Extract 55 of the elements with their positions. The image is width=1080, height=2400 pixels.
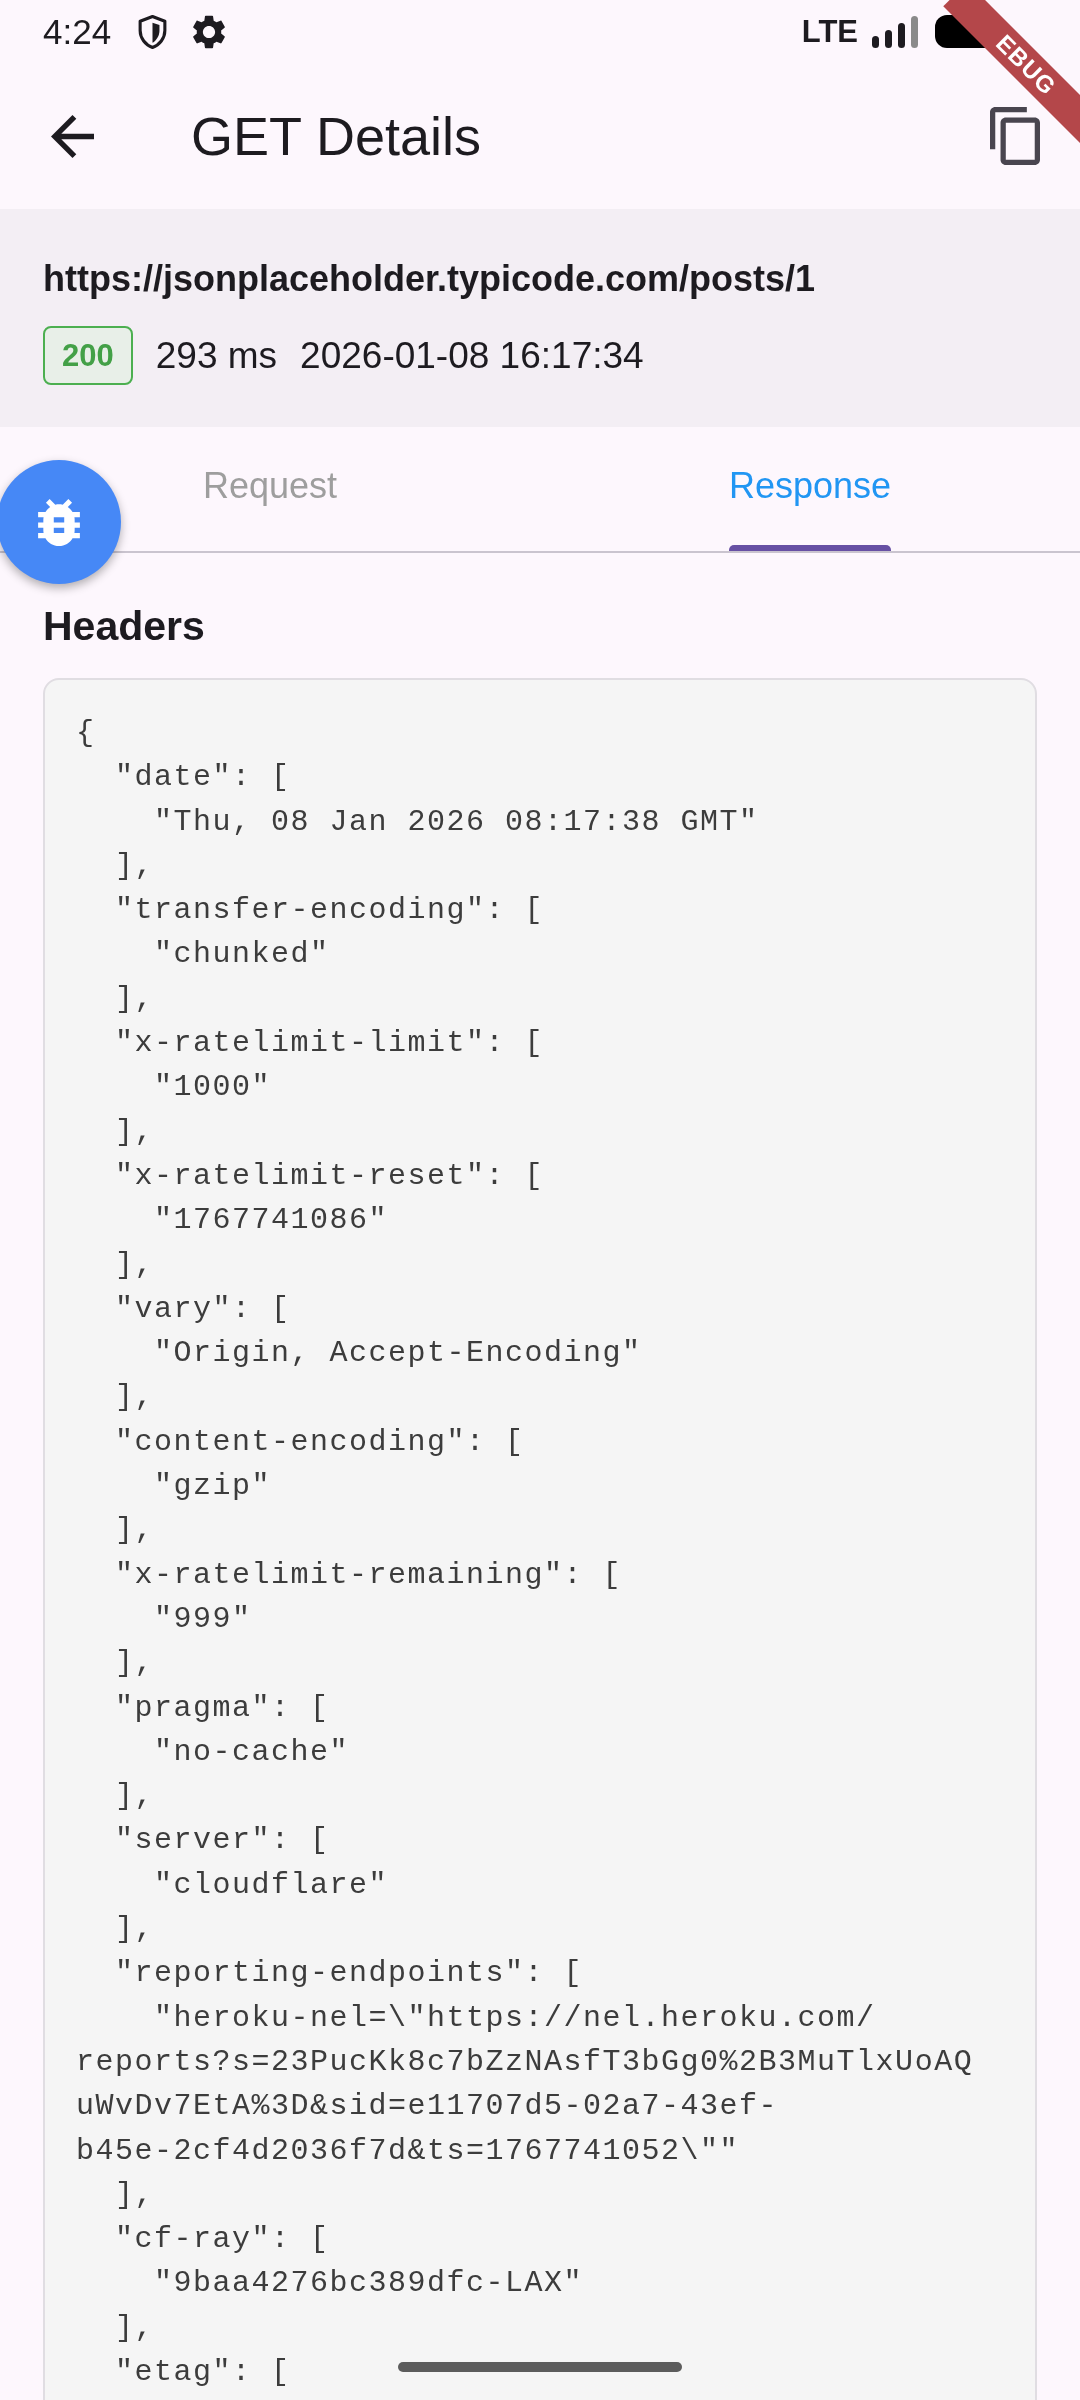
section-title: Headers	[43, 602, 205, 651]
code-line: {	[76, 715, 96, 752]
code-line: ],	[114, 1778, 154, 1816]
code-line: b45e-2cf4d2036f7d&ts=1767741052\""	[76, 2132, 740, 2170]
code-line: ],	[114, 1512, 154, 1550]
response-duration: 293 ms	[155, 333, 278, 378]
code-line: "x-ratelimit-reset": [	[114, 1157, 545, 1195]
code-line: ],	[114, 1246, 154, 1284]
code-line: "etag": [	[114, 2354, 291, 2391]
code-line: "1000"	[153, 1069, 272, 1107]
code-line: "Thu, 08 Jan 2026 08:17:38 GMT"	[153, 803, 759, 841]
code-line: "pragma": [	[114, 1689, 330, 1727]
status-code-badge: 200	[43, 326, 133, 385]
code-line: reports?s=23PucKk8c7bZzNAsfT3bGg0%2B3MuTlxUoAQ	[76, 2043, 974, 2081]
code-line: "date": [	[114, 759, 291, 797]
gear-icon	[193, 14, 226, 49]
code-line: "gzip"	[153, 1468, 272, 1506]
code-line: ],	[114, 1645, 154, 1683]
network-type: LTE	[801, 13, 858, 50]
code-line: "vary": [	[114, 1290, 291, 1328]
status-time: 4:24	[43, 11, 112, 52]
code-line: ],	[114, 847, 154, 885]
shield-icon	[138, 14, 168, 49]
code-line: "no-cache"	[153, 1733, 350, 1771]
code-line: "cloudflare"	[153, 1866, 389, 1904]
code-line: "999"	[153, 1600, 252, 1638]
code-line: "server": [	[114, 1822, 330, 1860]
code-line: "chunked"	[153, 936, 330, 974]
code-line: uWvDv7EtA%3D&sid=e11707d5-02a7-43ef-	[76, 2088, 779, 2126]
code-line: "reporting-endpoints": [	[114, 1955, 584, 1993]
debug-fab[interactable]	[0, 460, 121, 584]
bug-icon	[38, 498, 80, 546]
tab[interactable]: Request	[166, 427, 374, 551]
request-timestamp: 2026-01-08 16:17:34	[300, 333, 644, 378]
signal-icon	[872, 15, 918, 48]
code-line: "1767741086"	[153, 1202, 389, 1240]
code-line: "cf-ray": [	[114, 2221, 330, 2259]
code-line: "content-encoding": [	[114, 1423, 525, 1461]
back-arrow-icon	[50, 114, 94, 158]
code-line: ],	[114, 1113, 154, 1151]
code-line: ],	[114, 1911, 154, 1948]
code-line: "transfer-encoding": [	[114, 892, 545, 930]
code-line: "Origin, Accept-Encoding"	[153, 1335, 642, 1373]
page-title: GET Details	[191, 105, 482, 168]
code-line: ],	[114, 2309, 154, 2347]
request-url: https://jsonplaceholder.typicode.com/posts/1	[43, 257, 816, 301]
code-line: "9baa4276bc389dfc-LAX"	[153, 2265, 584, 2303]
code-line: "x-ratelimit-remaining": [	[114, 1556, 623, 1594]
code-line: "heroku-nel=\"https://nel.heroku.com/	[153, 1999, 876, 2037]
copy-icon	[990, 107, 1040, 165]
code-line: ],	[114, 980, 154, 1018]
code-line: "x-ratelimit-limit": [	[114, 1025, 545, 1063]
code-line: ],	[114, 2176, 154, 2214]
code-line: ],	[114, 1379, 154, 1417]
tab[interactable]: Response	[692, 427, 928, 551]
